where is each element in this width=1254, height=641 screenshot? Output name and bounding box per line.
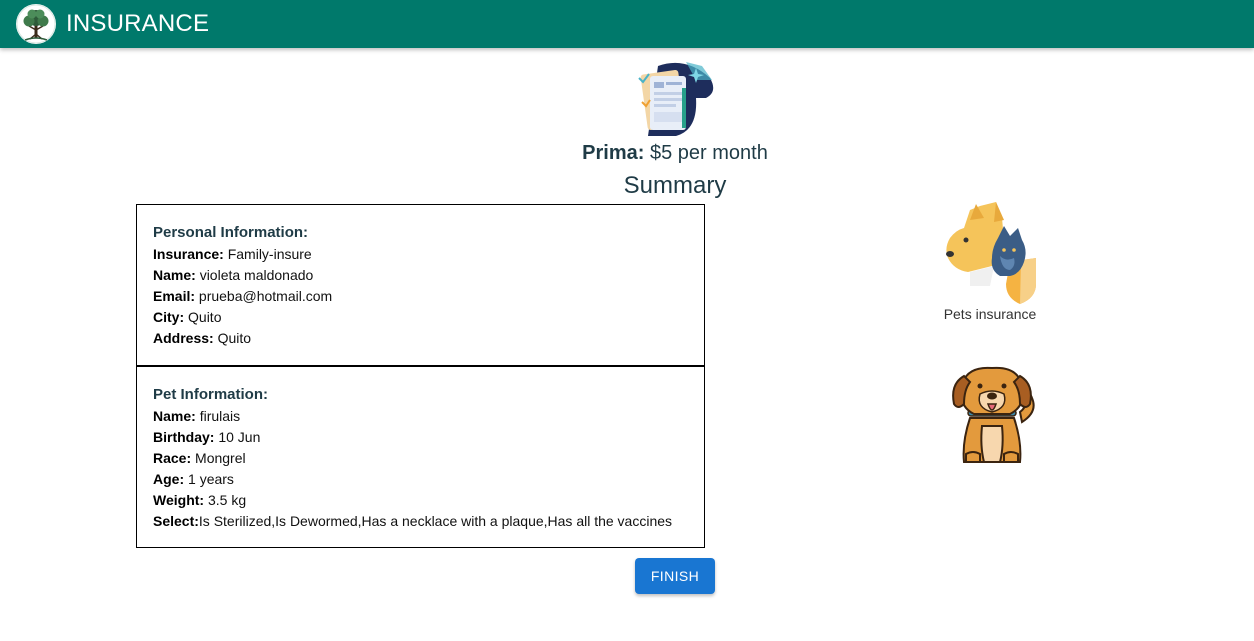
personal-information-card: Personal Information: Insurance: Family-… [136, 204, 705, 366]
field-race: Race: Mongrel [153, 448, 688, 469]
summary-title: Summary [623, 172, 727, 199]
field-value: Quito [188, 309, 222, 325]
field-email: Email: prueba@hotmail.com [153, 286, 688, 307]
field-value: prueba@hotmail.com [198, 288, 333, 304]
field-value: Mongrel [195, 450, 246, 466]
app-title: INSURANCE [66, 10, 210, 37]
app-bar: INSURANCE [0, 0, 1254, 48]
field-value: violeta maldonado [199, 267, 314, 283]
pets-insurance-label: Pets insurance [943, 306, 1037, 322]
field-label: Birthday: [153, 429, 215, 445]
field-value: Quito [217, 330, 252, 346]
finish-button[interactable]: FINISH [635, 558, 715, 594]
dog-cat-shield-icon [946, 202, 1036, 304]
field-label: Address: [153, 330, 214, 346]
field-label: Race: [153, 450, 192, 466]
field-value: 10 Jun [218, 429, 261, 445]
field-label: Name: [153, 267, 196, 283]
field-label: City: [153, 309, 185, 325]
pet-information-card: Pet Information: Name: firulais Birthday… [136, 366, 705, 548]
field-address: Address: Quito [153, 328, 688, 349]
field-select: Select:Is Sterilized,Is Dewormed,Has a n… [153, 511, 688, 532]
field-value: Family-insure [227, 246, 312, 262]
field-pet-name: Name: firulais [153, 406, 688, 427]
field-label: Name: [153, 408, 196, 424]
pets-insurance-card[interactable]: Pets insurance [930, 200, 1050, 322]
field-value: 1 years [188, 471, 234, 487]
field-value: Is Sterilized,Is Dewormed,Has a necklace… [198, 513, 673, 529]
field-name: Name: violeta maldonado [153, 265, 688, 286]
field-label: Age: [153, 471, 185, 487]
field-label: Select: [153, 513, 199, 529]
personal-information-title: Personal Information: [153, 224, 309, 241]
premium-label: Prima: [582, 142, 645, 164]
field-value: firulais [199, 408, 241, 424]
field-age: Age: 1 years [153, 469, 688, 490]
field-insurance: Insurance: Family-insure [153, 244, 688, 265]
pet-information-title: Pet Information: [153, 386, 268, 403]
sitting-dog-icon [952, 366, 1035, 463]
field-label: Email: [153, 288, 196, 304]
tree-logo-icon[interactable] [16, 4, 56, 44]
field-label: Weight: [153, 492, 205, 508]
field-weight: Weight: 3.5 kg [153, 490, 688, 511]
field-value: 3.5 kg [207, 492, 247, 508]
field-birthday: Birthday: 10 Jun [153, 427, 688, 448]
premium-value: $5 per month [649, 142, 768, 164]
field-label: Insurance: [153, 246, 224, 262]
field-city: City: Quito [153, 307, 688, 328]
premium-line: Prima: $5 per month [475, 140, 875, 166]
insurance-document-icon [636, 58, 716, 138]
